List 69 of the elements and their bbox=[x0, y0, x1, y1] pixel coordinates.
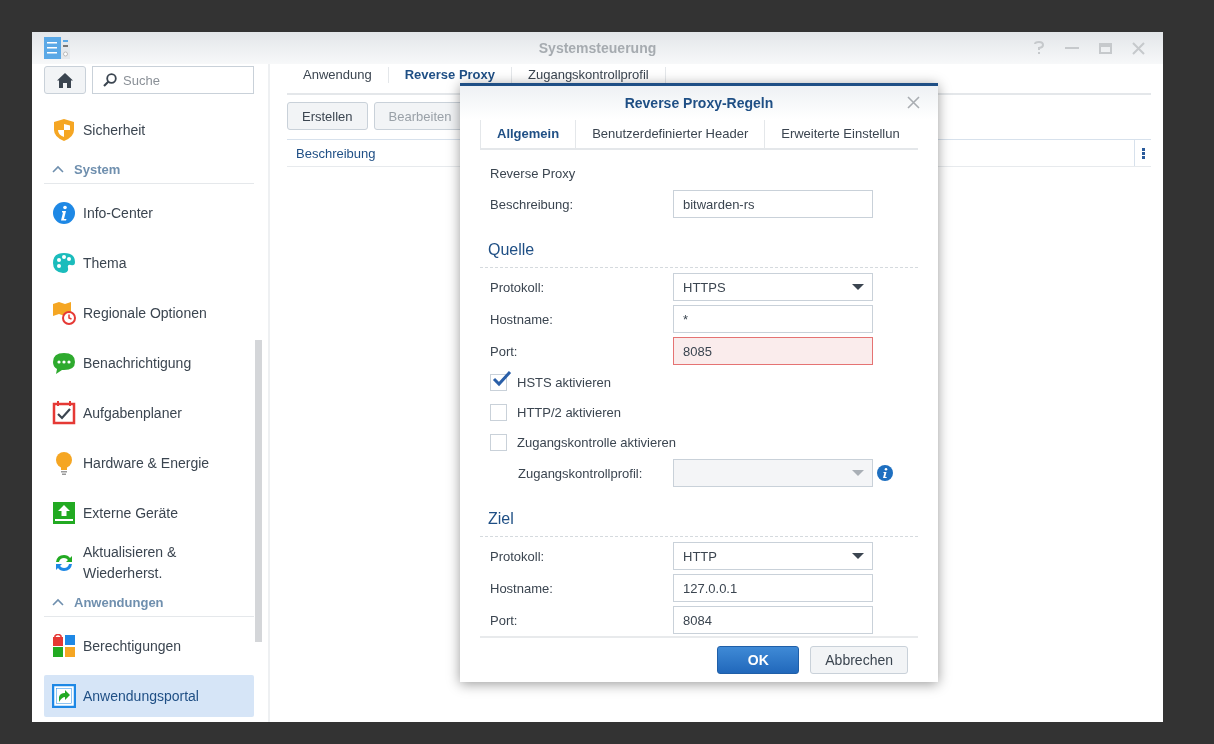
ok-button[interactable]: OK bbox=[717, 646, 800, 674]
input-field[interactable]: 8084 bbox=[673, 606, 873, 634]
chat-bubble-icon bbox=[52, 351, 76, 375]
dropdown[interactable]: HTTP bbox=[673, 542, 873, 570]
column-header[interactable]: Beschreibung bbox=[296, 145, 376, 161]
dialog-title: Reverse Proxy-Regeln bbox=[624, 94, 774, 111]
colored-tiles-icon bbox=[52, 634, 76, 658]
field-label: Protokoll: bbox=[489, 548, 546, 564]
window-title: Systemsteuerung bbox=[538, 40, 657, 56]
more-icon bbox=[1141, 147, 1145, 159]
sidebar-item[interactable]: Externe Geräte bbox=[44, 488, 254, 538]
home-icon bbox=[57, 72, 73, 88]
sidebar-item[interactable]: Berechtigungen bbox=[44, 621, 254, 671]
field-label: Port: bbox=[489, 612, 519, 628]
section-heading: Quelle bbox=[480, 238, 918, 268]
upload-drive-icon bbox=[52, 501, 76, 525]
tab[interactable]: Benutzerdefinierter Header bbox=[576, 119, 766, 148]
checkbox-label: HTTP/2 aktivieren bbox=[517, 404, 622, 420]
field-label: Zugangskontrollprofil: bbox=[517, 465, 644, 481]
minimize-icon[interactable] bbox=[1065, 46, 1079, 50]
shortcut-icon bbox=[52, 684, 76, 708]
sidebar-item[interactable]: Sicherheit bbox=[44, 105, 254, 155]
close-icon[interactable] bbox=[907, 96, 920, 109]
search-input: Suche bbox=[123, 72, 243, 88]
search-field[interactable]: Suche bbox=[92, 66, 254, 94]
scrollbar[interactable] bbox=[255, 340, 262, 642]
search-icon bbox=[103, 73, 117, 87]
cancel-button[interactable]: Abbrechen bbox=[810, 646, 908, 674]
sidebar-item[interactable]: Benachrichtigung bbox=[44, 338, 254, 388]
checkbox-label: HSTS aktivieren bbox=[517, 374, 611, 390]
field-label: Hostname: bbox=[489, 311, 554, 327]
toolbar-button[interactable]: Erstellen bbox=[287, 102, 368, 130]
field-label: Protokoll: bbox=[489, 279, 546, 295]
field-label: Beschreibung: bbox=[489, 196, 575, 212]
map-clock-icon bbox=[52, 301, 76, 325]
input-field[interactable]: 127.0.0.1 bbox=[673, 574, 873, 602]
sidebar-item[interactable]: Aufgabenplaner bbox=[44, 388, 254, 438]
palette-icon bbox=[52, 251, 76, 275]
caret-icon bbox=[852, 553, 864, 559]
dropdown[interactable]: HTTPS bbox=[673, 273, 873, 301]
shield-icon bbox=[52, 118, 76, 142]
sidebar-item[interactable]: Hardware & Energie bbox=[44, 438, 254, 488]
sidebar-item[interactable]: Regionale Optionen bbox=[44, 288, 254, 338]
input-field[interactable]: bitwarden-rs bbox=[673, 190, 873, 218]
calendar-check-icon bbox=[52, 401, 76, 425]
caret-icon bbox=[852, 470, 864, 476]
sidebar-item[interactable]: Info-Center bbox=[44, 188, 254, 238]
checkbox[interactable] bbox=[490, 433, 507, 451]
section-label: Reverse Proxy bbox=[489, 165, 577, 183]
sidebar-item[interactable]: Anwendungsportal bbox=[44, 675, 254, 717]
close-icon[interactable] bbox=[1132, 41, 1145, 55]
checkbox[interactable] bbox=[490, 403, 507, 421]
sidebar-item[interactable]: Thema bbox=[44, 238, 254, 288]
home-button[interactable] bbox=[44, 66, 86, 94]
tab[interactable]: Allgemein bbox=[480, 119, 577, 148]
help-icon[interactable] bbox=[1033, 41, 1045, 55]
section-heading: Ziel bbox=[480, 507, 918, 537]
app-icon bbox=[44, 37, 70, 59]
info-icon bbox=[52, 201, 76, 225]
sidebar-item[interactable]: Aktualisieren & Wiederherst. bbox=[44, 538, 254, 588]
maximize-icon[interactable] bbox=[1099, 42, 1112, 54]
caret-icon bbox=[852, 284, 864, 290]
checkbox-label: Zugangskontrolle aktivieren bbox=[517, 434, 676, 450]
tab[interactable]: Erweiterte Einstellun bbox=[765, 119, 900, 148]
input-field[interactable]: * bbox=[673, 305, 873, 333]
field-label: Hostname: bbox=[489, 580, 554, 596]
field-label: Port: bbox=[489, 343, 519, 359]
tab[interactable]: Anwendung bbox=[287, 67, 389, 83]
input-field[interactable]: 8085 bbox=[673, 337, 873, 365]
